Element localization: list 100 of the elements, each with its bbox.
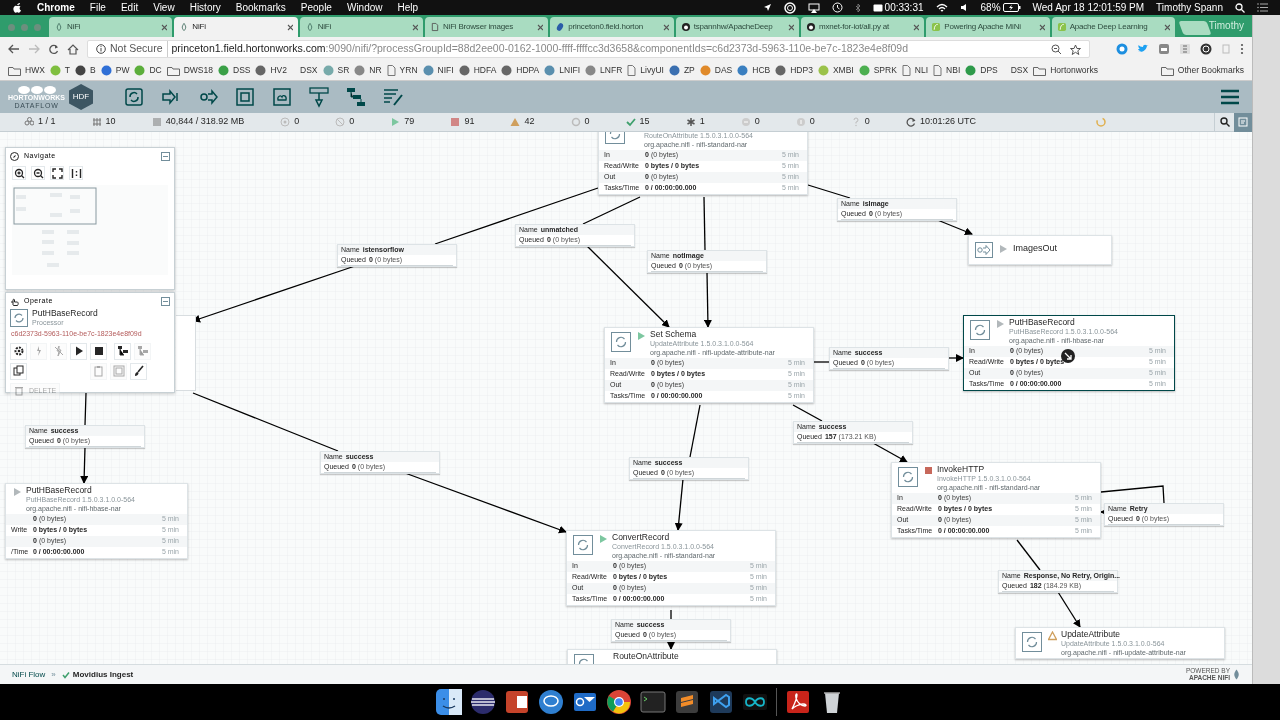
- funnel-icon[interactable]: [308, 86, 331, 108]
- dock-app-icon[interactable]: [469, 689, 496, 715]
- bookmark[interactable]: ZP: [668, 64, 695, 77]
- bookmark[interactable]: PW: [100, 64, 130, 77]
- bookmark[interactable]: YRN: [386, 64, 418, 77]
- menu-item[interactable]: Help: [397, 0, 419, 15]
- date-time[interactable]: Wed Apr 18 12:01:59 PM: [1032, 0, 1145, 15]
- menu-icon[interactable]: [1240, 43, 1244, 55]
- menu-item[interactable]: History: [189, 0, 221, 15]
- collapse-icon[interactable]: [161, 296, 170, 306]
- connection-line[interactable]: [946, 354, 964, 362]
- dock-app-icon[interactable]: [503, 689, 530, 715]
- connection-line[interactable]: [1100, 485, 1165, 504]
- battery-icon[interactable]: [1002, 3, 1021, 12]
- bookmark[interactable]: DSS: [218, 64, 251, 77]
- start-button[interactable]: [70, 342, 87, 360]
- bookmark[interactable]: HDPA: [501, 64, 540, 77]
- bookmark[interactable]: NBI: [933, 64, 961, 77]
- connection-line[interactable]: [703, 196, 706, 251]
- zoom-icon[interactable]: [1051, 43, 1062, 55]
- close-icon[interactable]: [1163, 23, 1170, 31]
- connection-line[interactable]: [582, 196, 641, 225]
- list-icon[interactable]: [1257, 3, 1268, 12]
- dock-app-icon[interactable]: [537, 689, 564, 715]
- bookmark[interactable]: DAS: [699, 64, 733, 77]
- close-icon[interactable]: [161, 23, 168, 31]
- wifi-icon[interactable]: [935, 2, 948, 13]
- extension-icon[interactable]: [1200, 43, 1212, 55]
- processor-icon[interactable]: [123, 86, 146, 108]
- browser-tab[interactable]: Powering Apache MiNi: [926, 17, 1050, 37]
- clock-icon[interactable]: [831, 2, 843, 13]
- output-port-icon[interactable]: [197, 86, 220, 108]
- connection-line[interactable]: [84, 392, 87, 426]
- close-icon[interactable]: [537, 23, 544, 31]
- menu-icon[interactable]: [1220, 89, 1240, 105]
- user-name[interactable]: Timothy Spann: [1156, 0, 1223, 15]
- collapse-icon[interactable]: [161, 151, 170, 161]
- bird-icon[interactable]: [1137, 43, 1149, 55]
- bookmark[interactable]: Hortonworks: [1033, 64, 1098, 77]
- apple-icon[interactable]: [12, 2, 22, 13]
- bookmark[interactable]: HV2: [255, 64, 288, 77]
- connection-line[interactable]: [1016, 539, 1041, 571]
- bookmark[interactable]: LivyUI: [627, 64, 664, 77]
- zoom-out-button[interactable]: [31, 166, 45, 180]
- connection-line[interactable]: [434, 187, 599, 245]
- bookmark[interactable]: NIFI: [422, 64, 454, 77]
- configure-button[interactable]: [10, 342, 27, 360]
- template-button[interactable]: [114, 342, 131, 360]
- bookmark[interactable]: SR: [322, 64, 350, 77]
- connection-line[interactable]: [807, 184, 851, 199]
- bookmark[interactable]: T: [49, 64, 71, 77]
- browser-tab[interactable]: NiFi: [174, 17, 298, 37]
- back-icon[interactable]: [8, 44, 20, 54]
- color-button[interactable]: [130, 362, 147, 380]
- bookmark[interactable]: NR: [354, 64, 382, 77]
- star-icon[interactable]: [1070, 43, 1081, 55]
- bookmark[interactable]: DSX: [300, 64, 318, 77]
- bookmark[interactable]: XMBI: [817, 64, 854, 77]
- browser-tab[interactable]: NiFi Browser images: [425, 17, 549, 37]
- connection-line[interactable]: [872, 442, 908, 463]
- close-icon[interactable]: [787, 23, 794, 31]
- menu-item[interactable]: Window: [346, 0, 383, 15]
- port-box[interactable]: ImagesOut: [968, 235, 1112, 265]
- breadcrumb[interactable]: NiFi Flow: [12, 668, 46, 681]
- bookmark[interactable]: HCB: [737, 64, 771, 77]
- reload-icon[interactable]: [48, 43, 59, 55]
- actual-size-button[interactable]: [69, 166, 83, 180]
- bookmark[interactable]: DPS: [965, 64, 998, 77]
- bookmark[interactable]: HDFA: [458, 64, 497, 77]
- fit-button[interactable]: [50, 166, 64, 180]
- bookmark[interactable]: Other Bookmarks: [1160, 64, 1244, 77]
- menu-item[interactable]: People: [300, 0, 332, 15]
- connection-line[interactable]: [80, 446, 89, 484]
- dock-app-icon[interactable]: [784, 689, 811, 715]
- remote-group-icon[interactable]: [271, 86, 294, 108]
- close-icon[interactable]: [662, 23, 669, 31]
- connection-line[interactable]: [792, 404, 823, 422]
- browser-tab[interactable]: tspannhw/ApacheDeep: [675, 17, 799, 37]
- bookmark[interactable]: NLI: [901, 64, 929, 77]
- browser-tab[interactable]: Apache Deep Learning: [1051, 17, 1175, 37]
- search-icon[interactable]: [1235, 2, 1245, 13]
- bookmark[interactable]: SPRK: [858, 64, 897, 77]
- dock-app-icon[interactable]: [605, 689, 632, 715]
- browser-tab[interactable]: NiFi: [299, 17, 423, 37]
- breadcrumb[interactable]: Movidius Ingest: [61, 668, 134, 681]
- menu-item[interactable]: File: [89, 0, 106, 15]
- connection-line[interactable]: [667, 641, 675, 650]
- browser-tab[interactable]: princeton0.field.horton: [550, 17, 674, 37]
- dock-app-icon[interactable]: [435, 689, 462, 715]
- airplay-icon[interactable]: [807, 2, 820, 13]
- bookmark[interactable]: DWS18: [166, 64, 213, 77]
- browser-tab[interactable]: mxnet-for-iot/all.py at: [800, 17, 925, 37]
- bookmark[interactable]: LNIFI: [544, 64, 581, 77]
- connection-line[interactable]: [689, 404, 701, 458]
- connection-line[interactable]: [813, 361, 830, 363]
- connection-line[interactable]: [703, 271, 712, 328]
- connection-line[interactable]: [670, 609, 672, 620]
- process-group-icon[interactable]: [234, 86, 257, 108]
- bookmark[interactable]: HWX: [8, 64, 45, 77]
- bookmark[interactable]: DC: [134, 64, 162, 77]
